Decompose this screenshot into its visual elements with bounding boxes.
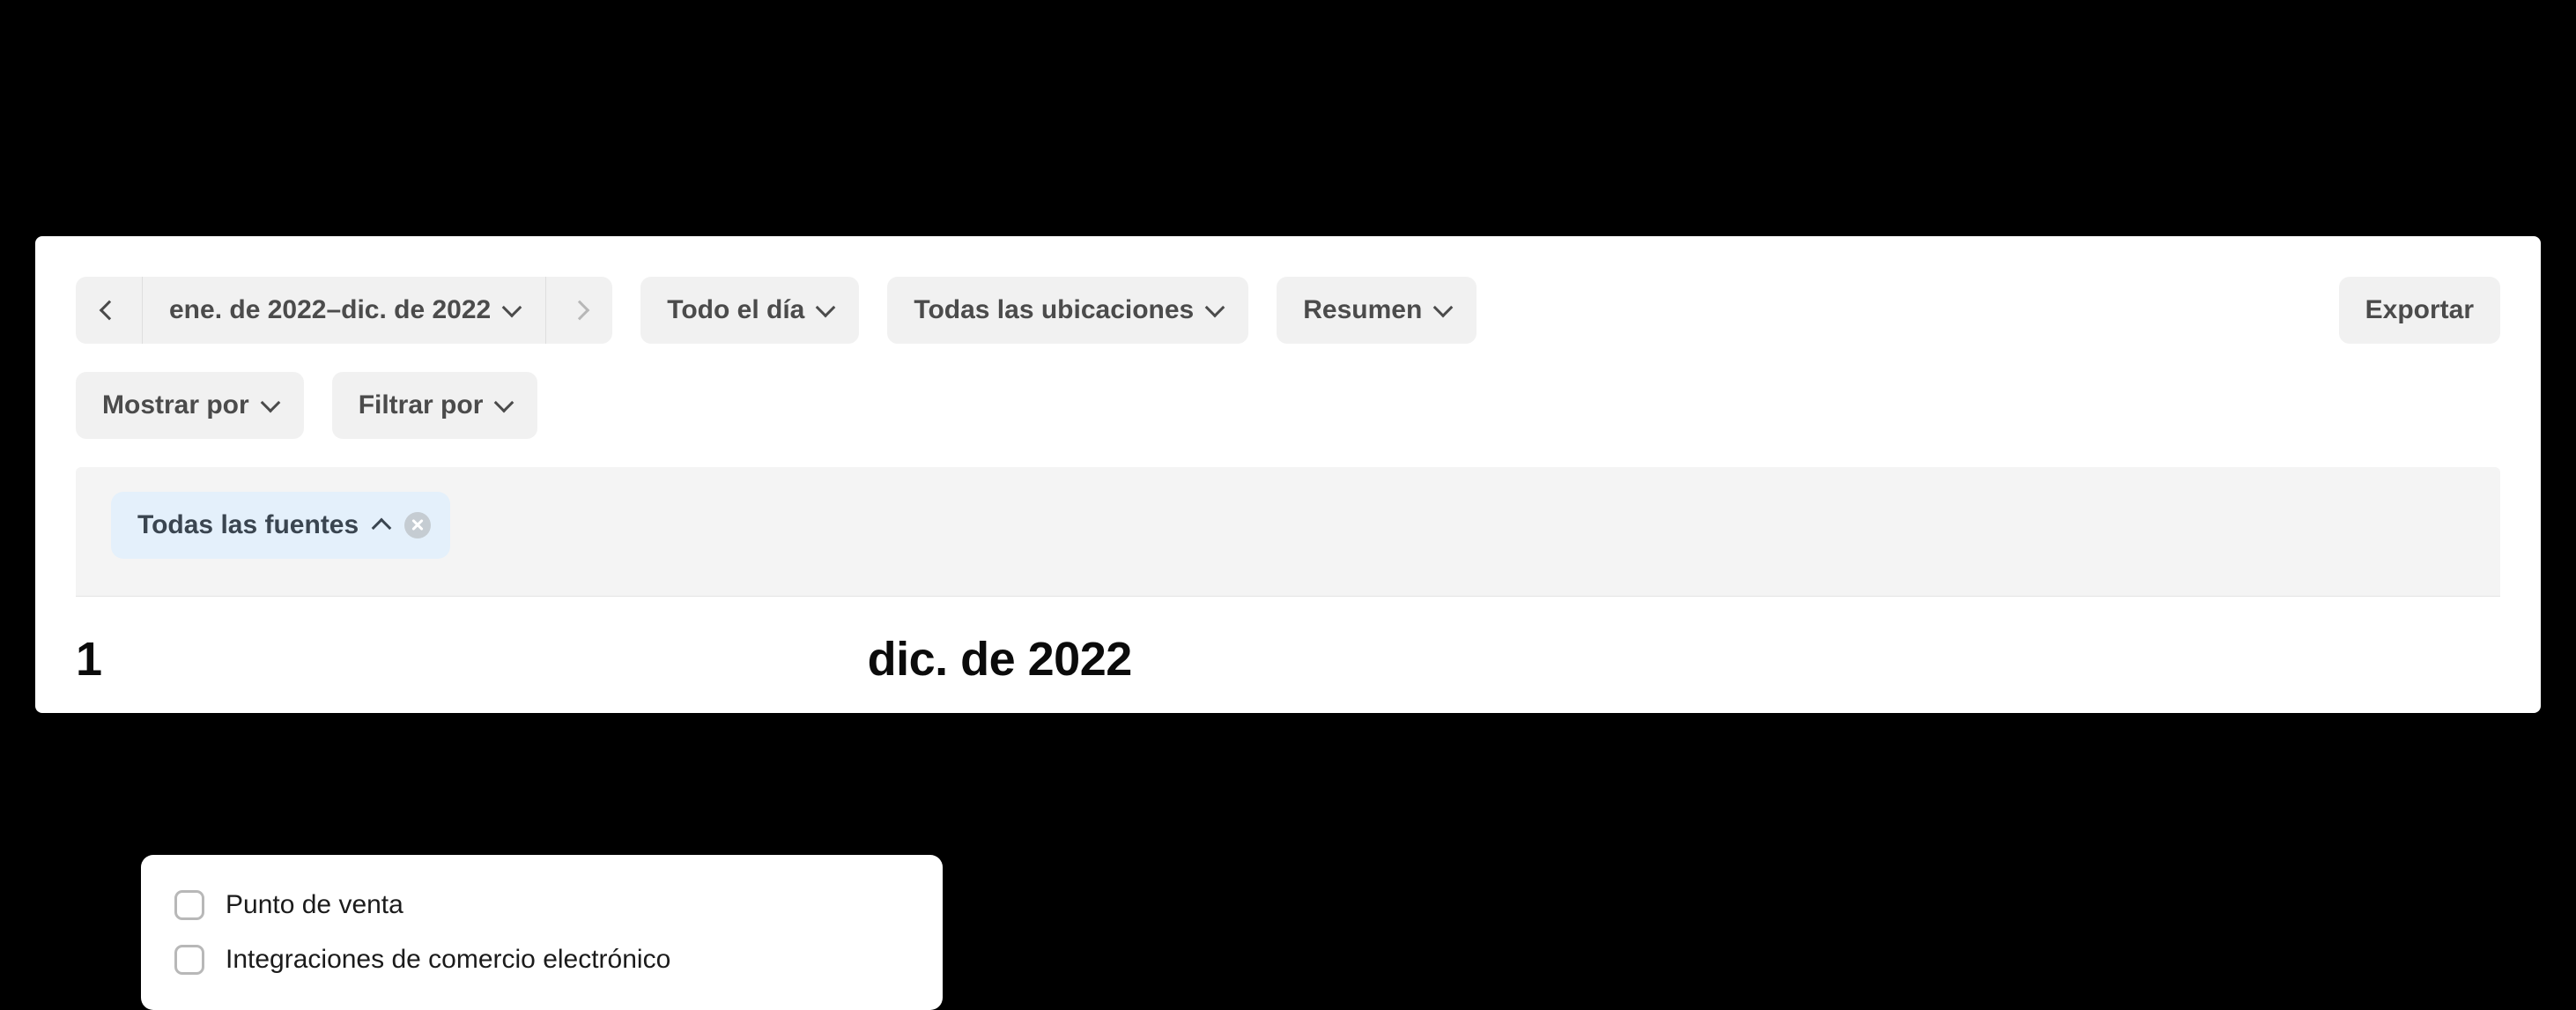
time-filter-label: Todo el día [667,295,804,325]
chevron-up-icon [372,517,392,538]
source-option-ecommerce[interactable]: Integraciones de comercio electrónico [167,932,916,987]
chevron-down-icon [502,297,522,317]
chevron-down-icon [260,392,280,412]
source-option-pos[interactable]: Punto de venta [167,878,916,932]
date-range-segment: ene. de 2022–dic. de 2022 [76,277,612,344]
sources-dropdown-popover: Punto de venta Integraciones de comercio… [141,855,943,1010]
clear-filter-icon[interactable] [404,512,431,538]
heading-suffix: dic. de 2022 [868,633,1132,686]
active-filter-chip-sources[interactable]: Todas las fuentes [111,492,450,559]
date-range-button[interactable]: ene. de 2022–dic. de 2022 [143,277,545,344]
chevron-down-icon [1433,297,1454,317]
checkbox-unchecked[interactable] [174,890,204,920]
time-filter-button[interactable]: Todo el día [640,277,859,344]
source-option-label: Integraciones de comercio electrónico [226,945,670,975]
source-option-label: Punto de venta [226,890,403,920]
show-by-button[interactable]: Mostrar por [76,372,304,439]
report-filters-card: ene. de 2022–dic. de 2022 Todo el día To… [35,236,2541,713]
filter-by-button[interactable]: Filtrar por [332,372,538,439]
filter-by-label: Filtrar por [359,390,484,420]
report-date-heading: 1 dic. de 2022 [76,632,2500,687]
chevron-down-icon [1205,297,1225,317]
filter-row-1: ene. de 2022–dic. de 2022 Todo el día To… [76,277,2500,344]
locations-filter-button[interactable]: Todas las ubicaciones [887,277,1248,344]
locations-filter-label: Todas las ubicaciones [914,295,1194,325]
date-range-label: ene. de 2022–dic. de 2022 [169,295,491,325]
date-prev-button[interactable] [76,277,143,344]
show-by-label: Mostrar por [102,390,249,420]
active-filter-label: Todas las fuentes [137,510,359,540]
export-button[interactable]: Exportar [2339,277,2500,344]
summary-view-label: Resumen [1303,295,1422,325]
date-next-button[interactable] [545,277,612,344]
active-filters-bar: Todas las fuentes [76,467,2500,597]
export-label: Exportar [2365,295,2474,325]
chevron-right-icon [569,300,589,320]
summary-view-button[interactable]: Resumen [1277,277,1477,344]
checkbox-unchecked[interactable] [174,945,204,975]
chevron-down-icon [494,392,514,412]
chevron-down-icon [816,297,836,317]
heading-prefix: 1 [76,633,102,686]
filter-row-2: Mostrar por Filtrar por [76,372,2500,439]
chevron-left-icon [99,300,119,320]
